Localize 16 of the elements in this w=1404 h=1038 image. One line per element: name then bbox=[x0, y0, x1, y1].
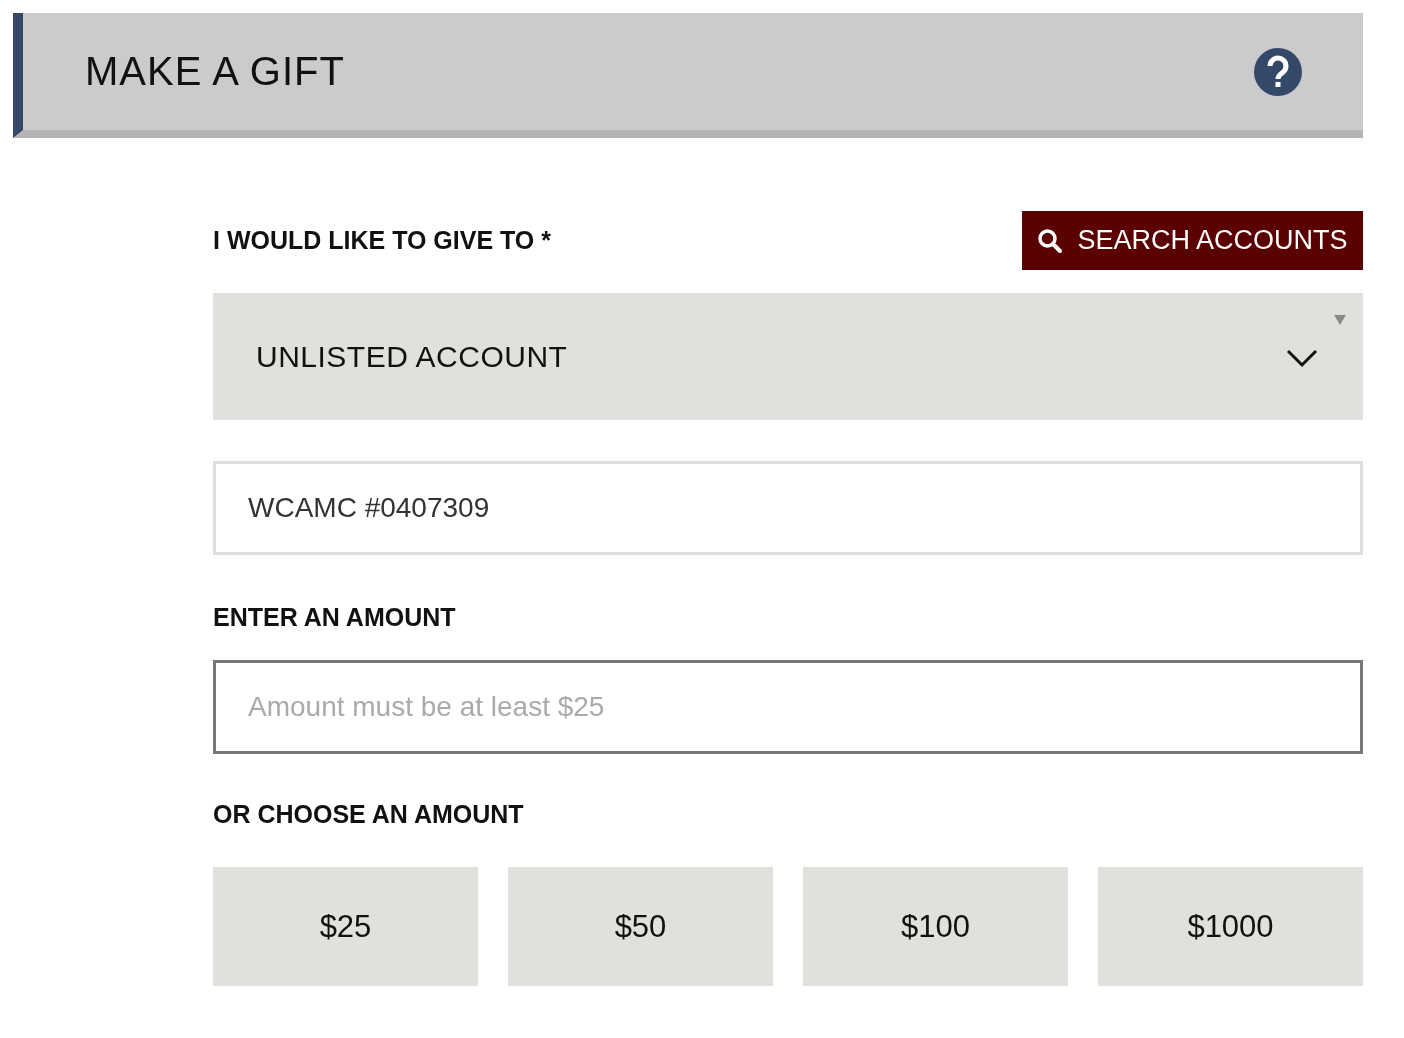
amount-option[interactable]: $50 bbox=[508, 867, 773, 986]
amount-option[interactable]: $100 bbox=[803, 867, 1068, 986]
amount-field[interactable]: Amount must be at least $25 bbox=[213, 660, 1363, 754]
account-number-field[interactable]: WCAMC #0407309 bbox=[213, 461, 1363, 555]
field-label: ENTER AN AMOUNT bbox=[213, 603, 457, 632]
page-title: MAKE A GIFT bbox=[85, 49, 345, 94]
account-select[interactable]: UNLISTED ACCOUNT bbox=[213, 293, 1363, 420]
amount-option[interactable]: $1000 bbox=[1098, 867, 1363, 986]
search-accounts-button[interactable]: SEARCH ACCOUNTS bbox=[1022, 211, 1363, 270]
dropdown-triangle-icon bbox=[1334, 315, 1346, 325]
field-label: OR CHOOSE AN AMOUNT bbox=[213, 800, 525, 829]
field-label: I WOULD LIKE TO GIVE TO * bbox=[213, 226, 551, 255]
amount-option[interactable]: $25 bbox=[213, 867, 478, 986]
chevron-down-icon bbox=[1286, 348, 1318, 368]
search-icon bbox=[1037, 227, 1064, 254]
help-icon[interactable] bbox=[1253, 46, 1303, 97]
